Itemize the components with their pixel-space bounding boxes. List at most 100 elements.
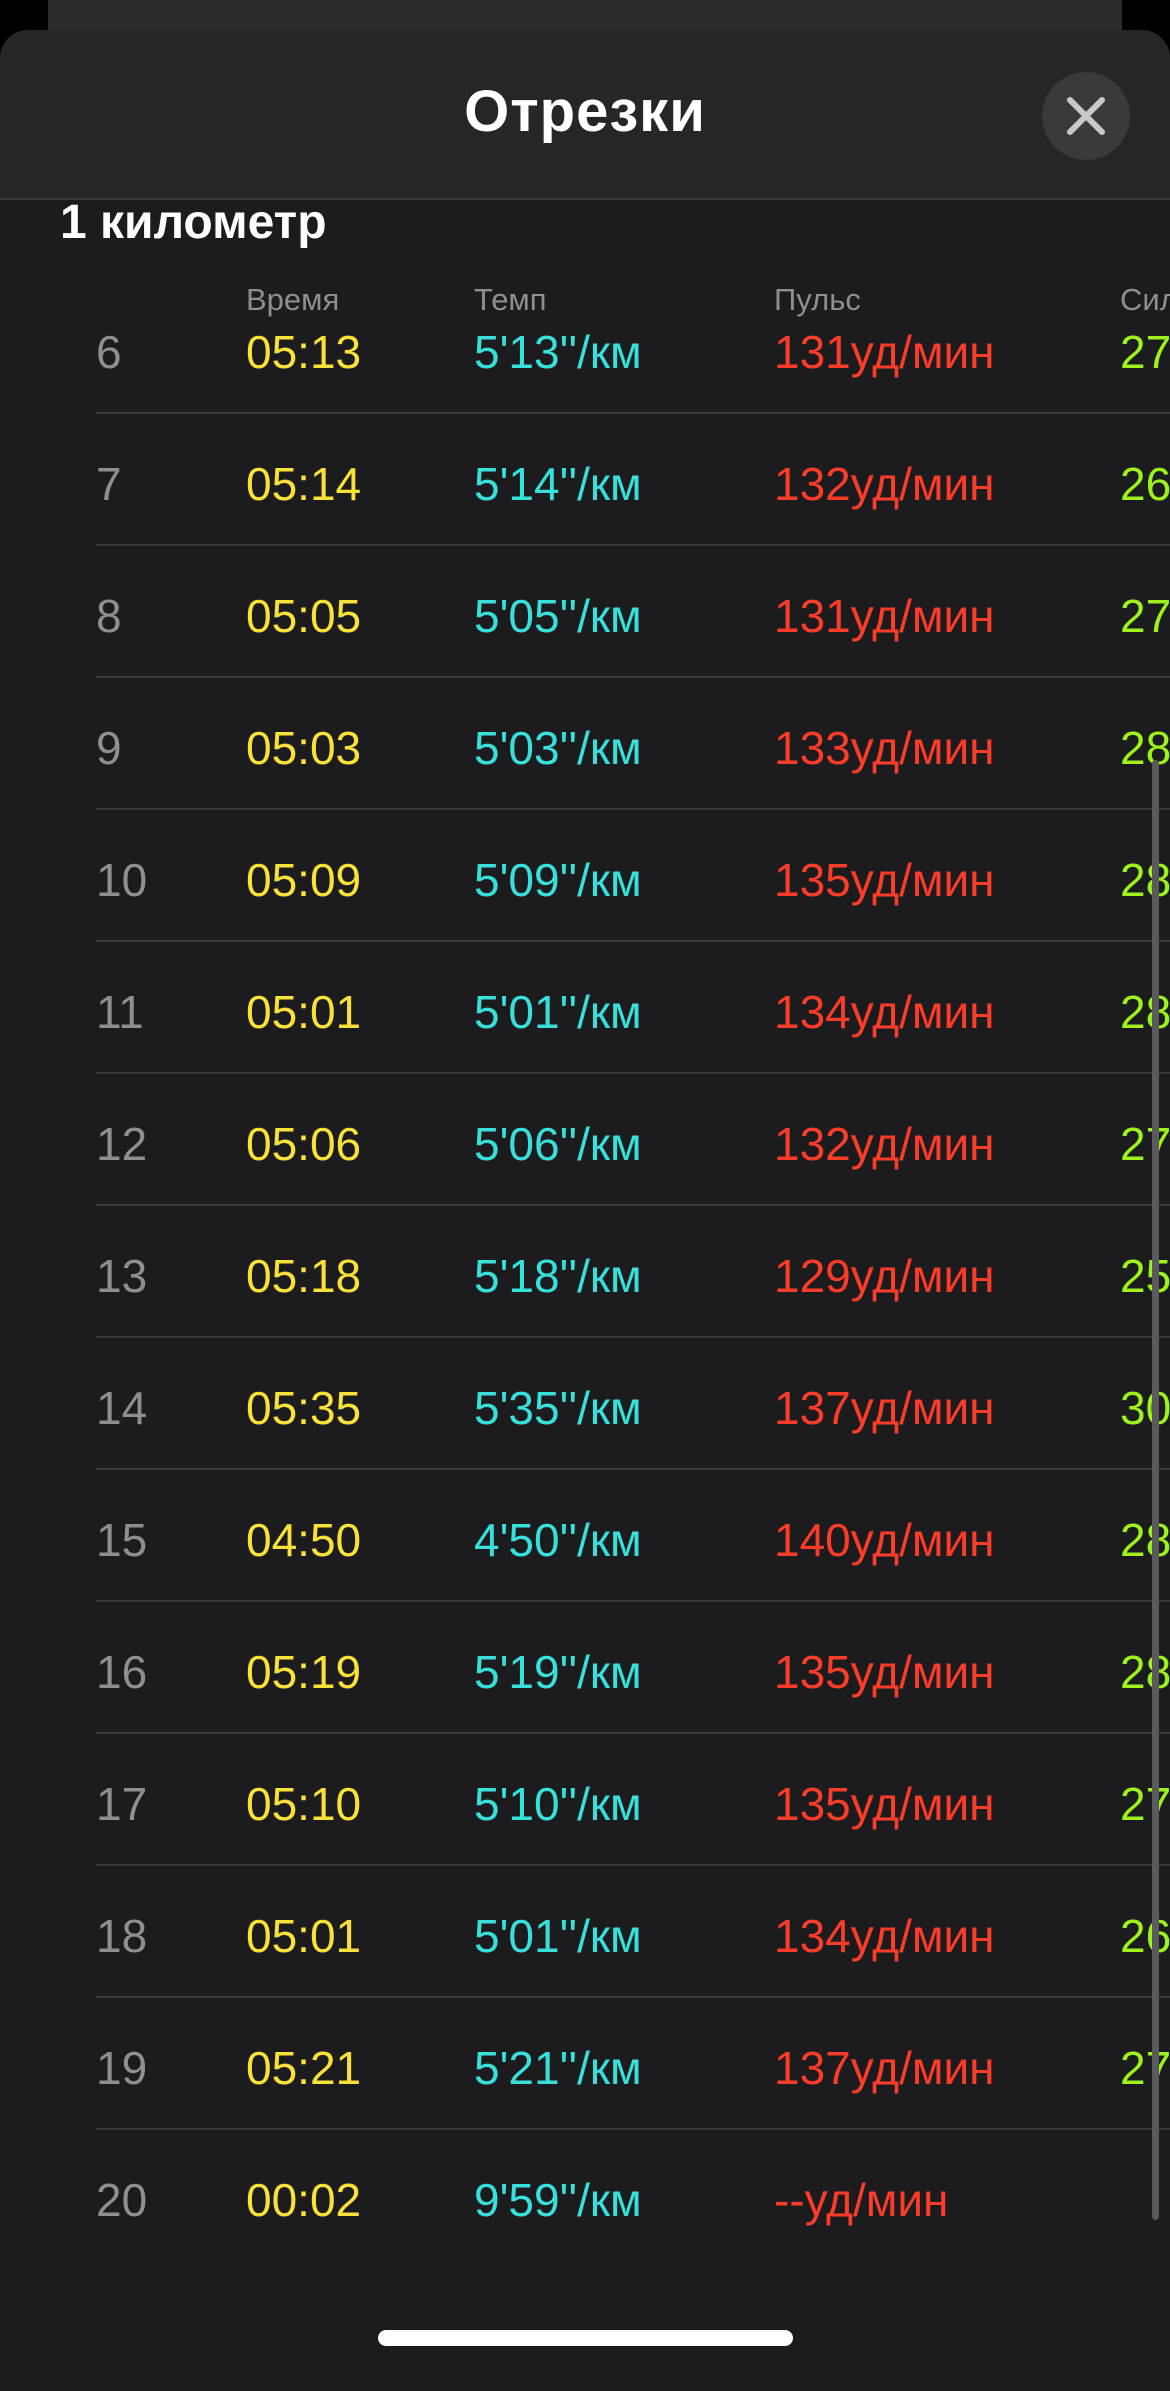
splits-rows: 6 05:13 5'13''/км 131уд/мин 27 7 05:14 5… [0,328,1170,2262]
split-row: 10 05:09 5'09''/км 135уд/мин 28 [0,810,1170,942]
split-heart-rate: 132уд/мин [774,1118,995,1170]
split-power: 27 [1120,2042,1170,2094]
split-row: 13 05:18 5'18''/км 129уд/мин 25 [0,1206,1170,1338]
split-row: 7 05:14 5'14''/км 132уд/мин 26 [0,414,1170,546]
split-pace: 5'13''/км [474,328,642,378]
split-row: 8 05:05 5'05''/км 131уд/мин 27 [0,546,1170,678]
split-heart-rate: 132уд/мин [774,458,995,510]
sheet-header: Отрезки [0,30,1170,200]
section-title: 1 километр [60,196,327,249]
split-pace: 9'59''/км [474,2174,642,2226]
split-power: 25 [1120,1250,1170,1302]
split-row: 12 05:06 5'06''/км 132уд/мин 27 [0,1074,1170,1206]
split-index: 10 [96,854,148,906]
split-power: 28 [1120,854,1170,906]
split-row: 17 05:10 5'10''/км 135уд/мин 27 [0,1734,1170,1866]
split-time: 00:02 [246,2174,362,2226]
split-pace: 5'01''/км [474,1910,642,1962]
split-pace: 5'19''/км [474,1646,642,1698]
split-time: 05:13 [246,328,362,378]
split-heart-rate: 135уд/мин [774,1778,995,1830]
split-power: 28 [1120,986,1170,1038]
split-pace: 5'03''/км [474,722,642,774]
split-index: 11 [96,986,144,1038]
column-header-heart-rate: Пульс [774,282,861,317]
split-row: 20 00:02 9'59''/км --уд/мин [0,2130,1170,2262]
split-power: 28 [1120,1646,1170,1698]
split-time: 04:50 [246,1514,362,1566]
split-heart-rate: 134уд/мин [774,986,995,1038]
split-index: 14 [96,1382,148,1434]
split-time: 05:09 [246,854,362,906]
split-time: 05:10 [246,1778,362,1830]
split-index: 17 [96,1778,148,1830]
split-time: 05:06 [246,1118,362,1170]
scrollbar[interactable] [1152,760,1159,2220]
column-header-pace: Темп [474,282,547,317]
split-heart-rate: --уд/мин [774,2174,949,2226]
split-index: 9 [96,722,122,774]
split-row: 6 05:13 5'13''/км 131уд/мин 27 [0,328,1170,414]
split-time: 05:05 [246,590,362,642]
column-headers: Время Темп Пульс Сил [0,282,1170,322]
split-pace: 5'10''/км [474,1778,642,1830]
split-power: 27 [1120,1118,1170,1170]
split-power: 26 [1120,458,1170,510]
split-time: 05:35 [246,1382,362,1434]
split-index: 15 [96,1514,148,1566]
close-icon [1067,97,1105,135]
split-time: 05:18 [246,1250,362,1302]
split-heart-rate: 131уд/мин [774,328,995,378]
split-pace: 4'50''/км [474,1514,642,1566]
column-header-power: Сил [1120,282,1170,317]
split-pace: 5'35''/км [474,1382,642,1434]
split-row: 9 05:03 5'03''/км 133уд/мин 28 [0,678,1170,810]
split-time: 05:01 [246,986,362,1038]
split-index: 20 [96,2174,148,2226]
split-index: 7 [96,458,122,510]
split-power: 30 [1120,1382,1170,1434]
split-index: 8 [96,590,122,642]
split-row: 18 05:01 5'01''/км 134уд/мин 26 [0,1866,1170,1998]
split-power: 27 [1120,590,1170,642]
split-power: 26 [1120,1910,1170,1962]
split-heart-rate: 129уд/мин [774,1250,995,1302]
split-power: 27 [1120,1778,1170,1830]
split-index: 19 [96,2042,148,2094]
split-time: 05:01 [246,1910,362,1962]
split-pace: 5'05''/км [474,590,642,642]
split-heart-rate: 135уд/мин [774,854,995,906]
column-header-time: Время [246,282,340,317]
split-index: 16 [96,1646,148,1698]
split-time: 05:03 [246,722,362,774]
split-index: 12 [96,1118,148,1170]
close-button[interactable] [1042,72,1130,160]
split-pace: 5'09''/км [474,854,642,906]
split-heart-rate: 137уд/мин [774,1382,995,1434]
split-heart-rate: 135уд/мин [774,1646,995,1698]
split-index: 13 [96,1250,148,1302]
home-indicator[interactable] [378,2330,793,2346]
split-index: 6 [96,328,122,378]
split-pace: 5'18''/км [474,1250,642,1302]
sheet-title: Отрезки [464,79,706,144]
split-row: 15 04:50 4'50''/км 140уд/мин 28 [0,1470,1170,1602]
split-power: 28 [1120,722,1170,774]
split-heart-rate: 137уд/мин [774,2042,995,2094]
split-row: 19 05:21 5'21''/км 137уд/мин 27 [0,1998,1170,2130]
split-pace: 5'06''/км [474,1118,642,1170]
split-power: 28 [1120,1514,1170,1566]
split-power: 27 [1120,328,1170,378]
split-heart-rate: 140уд/мин [774,1514,995,1566]
split-row: 14 05:35 5'35''/км 137уд/мин 30 [0,1338,1170,1470]
split-heart-rate: 131уд/мин [774,590,995,642]
split-heart-rate: 133уд/мин [774,722,995,774]
split-pace: 5'01''/км [474,986,642,1038]
split-index: 18 [96,1910,148,1962]
splits-list[interactable]: 6 05:13 5'13''/км 131уд/мин 27 7 05:14 5… [0,328,1170,2288]
split-heart-rate: 134уд/мин [774,1910,995,1962]
split-time: 05:21 [246,2042,362,2094]
split-row: 16 05:19 5'19''/км 135уд/мин 28 [0,1602,1170,1734]
split-time: 05:14 [246,458,362,510]
split-row: 11 05:01 5'01''/км 134уд/мин 28 [0,942,1170,1074]
